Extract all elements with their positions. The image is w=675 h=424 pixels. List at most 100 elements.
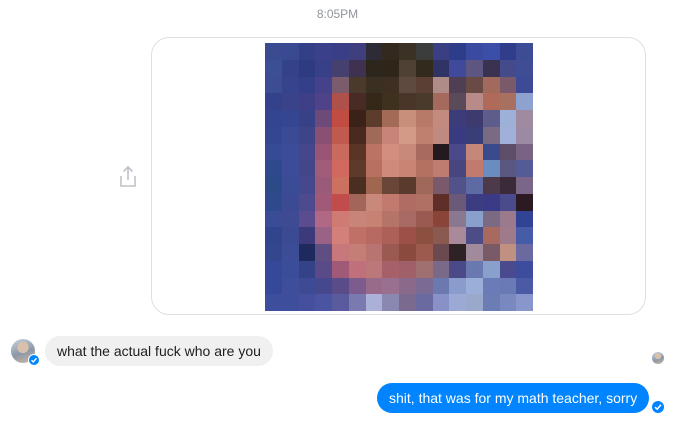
photo-pixel <box>499 294 517 311</box>
delivered-check-icon <box>652 401 664 413</box>
photo-pixel <box>365 193 383 211</box>
photo-pixel <box>332 177 349 194</box>
photo-pixel <box>348 210 366 228</box>
photo-pixel <box>516 93 533 110</box>
photo-pixel <box>499 126 517 144</box>
photo-pixel <box>382 260 399 278</box>
photo-pixel <box>298 160 316 177</box>
photo-pixel <box>315 143 332 161</box>
photo-pixel <box>449 193 466 211</box>
photo-pixel <box>281 59 299 77</box>
photo-pixel <box>332 277 349 295</box>
photo-pixel <box>382 160 399 177</box>
photo-pixel <box>348 110 366 127</box>
photo-pixel <box>382 76 399 94</box>
photo-pixel <box>432 160 450 177</box>
share-icon <box>120 165 136 187</box>
photo-pixel <box>382 126 399 144</box>
photo-pixel <box>298 59 316 77</box>
photo-pixel <box>348 93 366 110</box>
photo-pixel <box>432 177 450 194</box>
photo-pixel <box>432 260 450 278</box>
photo-pixel <box>449 43 466 60</box>
photo-pixel <box>348 277 366 295</box>
photo-pixel <box>432 76 450 94</box>
photo-pixel <box>265 260 282 278</box>
photo-pixel <box>449 59 466 77</box>
photo-pixel <box>399 76 416 94</box>
photo-pixel <box>466 244 483 261</box>
photo-pixel <box>382 210 399 228</box>
received-message-bubble[interactable]: what the actual fuck who are you <box>45 336 273 366</box>
pixelated-photo[interactable] <box>265 43 533 311</box>
photo-pixel <box>365 260 383 278</box>
photo-pixel <box>315 227 332 244</box>
photo-pixel <box>516 160 533 177</box>
photo-pixel <box>281 210 299 228</box>
photo-pixel <box>265 244 282 261</box>
photo-pixel <box>499 143 517 161</box>
photo-pixel <box>315 76 332 94</box>
photo-pixel <box>482 93 500 110</box>
photo-pixel <box>365 210 383 228</box>
photo-pixel <box>432 294 450 311</box>
photo-pixel <box>281 294 299 311</box>
photo-pixel <box>415 294 433 311</box>
photo-pixel <box>265 43 282 60</box>
photo-pixel <box>298 126 316 144</box>
photo-pixel <box>516 43 533 60</box>
photo-pixel <box>298 210 316 228</box>
photo-pixel <box>482 143 500 161</box>
share-button[interactable] <box>116 164 140 190</box>
photo-pixel <box>466 193 483 211</box>
photo-pixel <box>516 244 533 261</box>
image-message[interactable] <box>151 37 646 315</box>
photo-pixel <box>449 143 466 161</box>
photo-pixel <box>382 277 399 295</box>
photo-pixel <box>399 110 416 127</box>
photo-pixel <box>315 294 332 311</box>
photo-pixel <box>499 244 517 261</box>
photo-pixel <box>315 244 332 261</box>
photo-pixel <box>265 193 282 211</box>
photo-pixel <box>466 260 483 278</box>
photo-pixel <box>432 93 450 110</box>
photo-pixel <box>265 110 282 127</box>
photo-pixel <box>348 294 366 311</box>
photo-pixel <box>516 177 533 194</box>
photo-pixel <box>399 93 416 110</box>
photo-pixel <box>265 160 282 177</box>
photo-pixel <box>415 126 433 144</box>
photo-pixel <box>265 76 282 94</box>
photo-pixel <box>348 43 366 60</box>
photo-pixel <box>499 277 517 295</box>
photo-pixel <box>298 277 316 295</box>
photo-pixel <box>449 277 466 295</box>
check-icon <box>31 357 38 364</box>
photo-pixel <box>499 193 517 211</box>
photo-pixel <box>265 143 282 161</box>
photo-pixel <box>315 110 332 127</box>
photo-pixel <box>265 277 282 295</box>
photo-pixel <box>449 93 466 110</box>
photo-pixel <box>298 227 316 244</box>
photo-pixel <box>482 76 500 94</box>
photo-pixel <box>298 244 316 261</box>
photo-pixel <box>281 227 299 244</box>
sent-message-bubble[interactable]: shit, that was for my math teacher, sorr… <box>377 383 650 413</box>
photo-pixel <box>449 177 466 194</box>
photo-pixel <box>415 93 433 110</box>
photo-pixel <box>466 177 483 194</box>
photo-pixel <box>332 110 349 127</box>
photo-pixel <box>298 260 316 278</box>
photo-pixel <box>415 143 433 161</box>
photo-pixel <box>348 193 366 211</box>
photo-pixel <box>415 160 433 177</box>
photo-pixel <box>432 59 450 77</box>
photo-pixel <box>466 277 483 295</box>
photo-pixel <box>466 126 483 144</box>
photo-pixel <box>449 244 466 261</box>
photo-pixel <box>499 227 517 244</box>
photo-pixel <box>499 210 517 228</box>
photo-pixel <box>399 227 416 244</box>
